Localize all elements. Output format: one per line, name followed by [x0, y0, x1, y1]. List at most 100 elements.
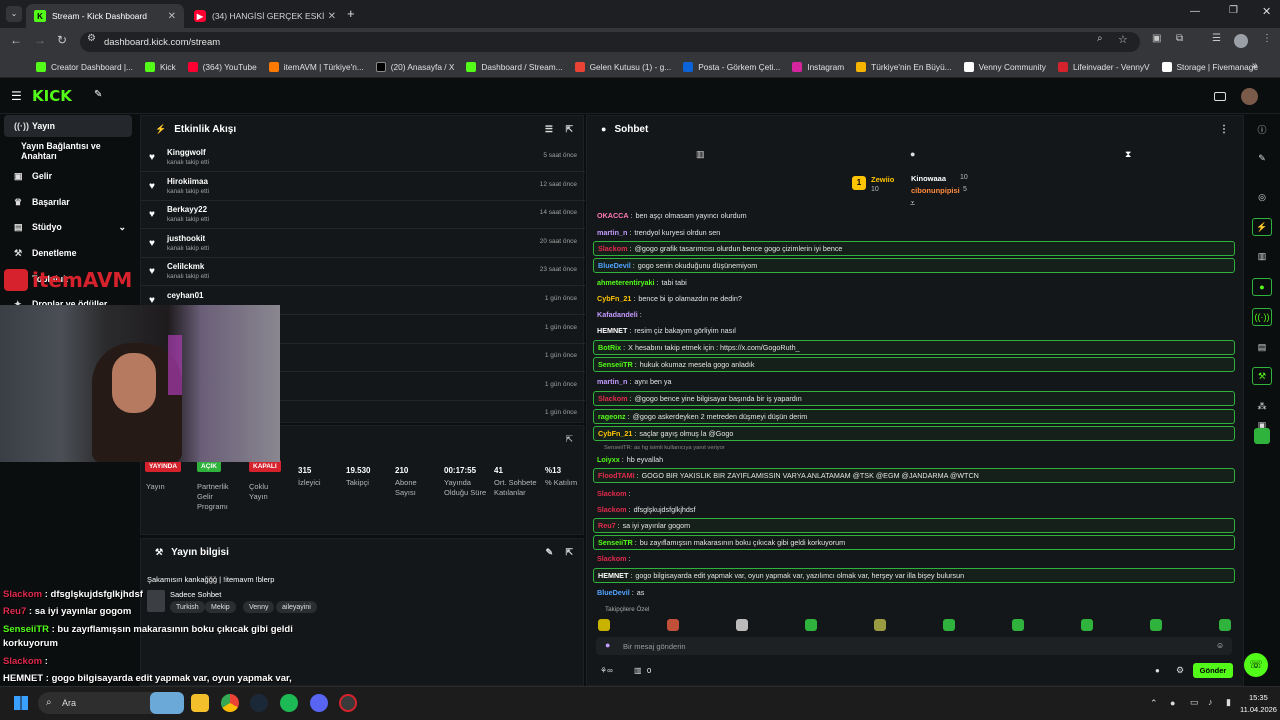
bookmark-item[interactable]: Instagram — [792, 61, 844, 72]
chat-message[interactable]: martin_n: aynı ben ya — [593, 374, 1235, 389]
chat-username[interactable]: martin_n — [597, 228, 627, 237]
edit-icon[interactable]: ✎ — [1252, 149, 1272, 167]
emote-icon[interactable] — [598, 619, 610, 631]
volume-icon[interactable]: ♪ — [1208, 697, 1213, 707]
gear-icon[interactable]: ⚙ — [1176, 665, 1184, 676]
browser-menu-icon[interactable]: ⋮ — [1262, 33, 1272, 44]
tray-chevron-icon[interactable]: ⌃ — [1150, 698, 1158, 709]
chat-username[interactable]: OKACCA — [597, 211, 629, 220]
site-info-icon[interactable]: ⚙ — [87, 33, 96, 44]
emote-icon[interactable] — [943, 619, 955, 631]
reading-list-icon[interactable]: ☰ — [1212, 33, 1221, 44]
spotify-icon[interactable] — [280, 694, 298, 712]
emote-icon[interactable] — [1012, 619, 1024, 631]
taskbar-app-icon[interactable] — [150, 692, 184, 714]
chat-message[interactable]: HEMNET: resim çiz bakayım görliyim nasıl — [593, 323, 1235, 338]
sidebar-item-denetleme[interactable]: ⚒ Denetleme — [4, 242, 132, 264]
sidebar-item-yayin[interactable]: ((·)) Yayın — [4, 115, 132, 137]
chat-menu-icon[interactable]: ⋮ — [1219, 124, 1229, 135]
hamburger-menu-icon[interactable]: ☰ — [11, 89, 22, 103]
minimize-window-icon[interactable]: — — [1190, 6, 1200, 17]
chat-username[interactable]: CybFn_21 — [598, 429, 632, 438]
chat-username[interactable]: BlueDevil — [597, 588, 630, 597]
chat-message[interactable]: Slackom: dfsglşkujdsfglkjhdsf — [593, 502, 1235, 517]
sidebar-item-studyo[interactable]: ▤ Stüdyo ⌄ — [4, 216, 132, 238]
mic-tray-icon[interactable]: ● — [1170, 698, 1175, 708]
tab-youtube[interactable]: ▶ (34) HANGİSİ GERÇEK ESKİ SEV ✕ — [186, 4, 344, 28]
chat-username[interactable]: martin_n — [597, 377, 627, 386]
event-username[interactable]: Berkayy22 — [167, 205, 207, 214]
bookmark-item[interactable]: Creator Dashboard |... — [36, 61, 133, 72]
emoji-icon[interactable]: ☺ — [1216, 641, 1224, 650]
chat-username[interactable]: HEMNET — [597, 326, 627, 335]
users-icon[interactable]: ⁂ — [1252, 397, 1272, 415]
event-username[interactable]: Hirokiimaa — [167, 177, 208, 186]
chat-message[interactable]: OKACCA: ben aşçı olmasam yayıncı olurdum — [593, 208, 1235, 223]
event-username[interactable]: Kinggwolf — [167, 148, 206, 157]
stats-icon[interactable]: ▤ — [1252, 338, 1272, 356]
back-icon[interactable]: ← — [10, 33, 22, 47]
file-explorer-icon[interactable] — [191, 694, 209, 712]
event-username[interactable]: Celilckmk — [167, 262, 204, 271]
chat-message[interactable]: SenseiiTR: hukuk okumaz mesela gogo anlad… — [593, 357, 1235, 372]
wallet-top-icon[interactable] — [1214, 92, 1226, 101]
chat-message[interactable]: HEMNET: gogo bilgisayarda edit yapmak var… — [593, 568, 1235, 583]
discord-icon[interactable] — [310, 694, 328, 712]
chat-username[interactable]: Slackom — [597, 505, 627, 514]
bookmark-item[interactable]: (20) Anasayfa / X — [375, 61, 454, 72]
chrome-icon[interactable] — [221, 694, 239, 712]
bookmark-item[interactable]: Posta - Görkem Çeti... — [683, 61, 780, 72]
trash-icon[interactable]: ▥ — [1252, 247, 1272, 265]
tab-kick-dashboard[interactable]: K Stream - Kick Dashboard ✕ — [26, 4, 184, 28]
chat-message[interactable]: FloodTAMI: GOGO BIR YAKISLIK BIR ZAYIFLAM… — [593, 468, 1235, 483]
url-field[interactable]: dashboard.kick.com/stream — [80, 32, 1140, 52]
chat-message[interactable]: Slackom: @gogo bence yine bilgisayar başı… — [593, 391, 1235, 406]
chat-widget-icon[interactable]: ● — [1252, 278, 1272, 296]
emote-icon[interactable] — [1081, 619, 1093, 631]
broadcast-widget-icon[interactable]: ((·)) — [1252, 308, 1272, 326]
chat-username[interactable]: Slackom — [597, 554, 627, 563]
chat-username[interactable]: FloodTAMI — [598, 471, 635, 480]
bookmark-item[interactable]: Storage | Fivemanage — [1161, 61, 1258, 72]
send-button[interactable]: Gönder — [1193, 663, 1233, 678]
chat-message[interactable]: CybFn_21: bence bi ip olamazdın ne dedin? — [593, 291, 1235, 306]
maximize-window-icon[interactable]: ❐ — [1229, 5, 1238, 16]
reload-icon[interactable]: ↻ — [57, 33, 67, 47]
close-tab-icon[interactable]: ✕ — [168, 11, 176, 22]
mic-icon[interactable]: ● — [605, 640, 610, 650]
chat-username[interactable]: rageonz — [598, 412, 626, 421]
support-chat-icon[interactable]: ☏ — [1244, 653, 1268, 677]
emote-icon[interactable] — [805, 619, 817, 631]
chat-bubble-icon[interactable]: ● — [910, 149, 915, 159]
popout-icon[interactable]: ⇱ — [565, 547, 573, 558]
apps-widget-icon[interactable] — [1254, 428, 1270, 444]
tab-list-button[interactable]: ⌄ — [6, 6, 22, 22]
chat-settings-icon[interactable]: ● — [1155, 666, 1160, 675]
steam-icon[interactable] — [250, 694, 268, 712]
network-icon[interactable]: ▭ — [1190, 697, 1199, 708]
bolt-widget-icon[interactable]: ⚡ — [1252, 218, 1272, 236]
chat-message[interactable]: BlueDevil: as — [593, 585, 1235, 600]
new-tab-button[interactable]: + — [347, 6, 355, 21]
edit-icon[interactable]: ✎ — [545, 547, 553, 558]
chat-username[interactable]: Slackom — [598, 394, 628, 403]
user-avatar[interactable] — [1241, 88, 1258, 105]
chat-message[interactable]: Slackom: — [593, 486, 1235, 501]
bookmark-item[interactable]: Venny Community — [963, 61, 1046, 72]
chat-username[interactable]: Loiyxx — [597, 455, 620, 464]
chat-username[interactable]: Slackom — [598, 244, 628, 253]
chat-message[interactable]: BotRix: X hesabını takip etmek için : htt… — [593, 340, 1235, 355]
pin-icon[interactable]: ✎ — [94, 89, 102, 100]
sidebar-item-stream-key[interactable]: Yayın Bağlantısı ve Anahtarı — [4, 140, 138, 162]
chat-input[interactable] — [596, 637, 1232, 655]
chat-username[interactable]: SenseiiTR — [598, 538, 633, 547]
bookmark-item[interactable]: Dashboard / Stream... — [466, 61, 563, 72]
popout-icon[interactable]: ⇱ — [565, 434, 573, 445]
trash-icon[interactable]: ▥ — [696, 149, 705, 160]
event-username[interactable]: ceyhan01 — [167, 291, 203, 300]
emote-icon[interactable] — [1219, 619, 1231, 631]
sidebar-item-basarilar[interactable]: ♛ Başarılar — [4, 191, 132, 213]
chat-message[interactable]: Slackom: — [593, 551, 1235, 566]
more-bookmarks-icon[interactable]: » — [1252, 60, 1258, 71]
chat-username[interactable]: Kafadandeli — [597, 310, 638, 319]
